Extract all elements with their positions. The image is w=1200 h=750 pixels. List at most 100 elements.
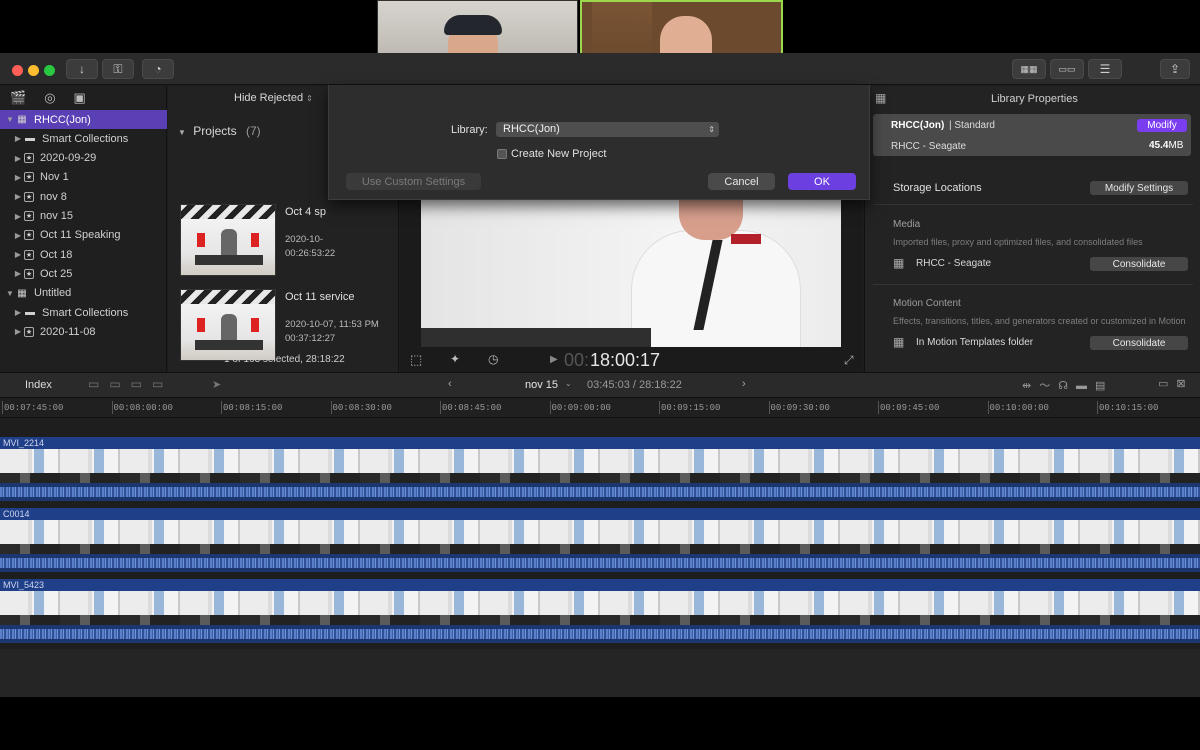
event-item[interactable]: ▶ ★ Nov 1 (0, 168, 167, 187)
timeline-project-name[interactable]: nov 15 (525, 379, 558, 391)
close-button[interactable] (12, 65, 23, 76)
library-label: Library: (451, 124, 488, 136)
ruler-label: 00:10:15:00 (1099, 403, 1159, 413)
projects-header[interactable]: ▼ Projects (7) (178, 124, 261, 138)
project-item[interactable]: Oct 4 sp 2020-10- 00:26:53:22 (180, 204, 395, 282)
zoom-button[interactable] (44, 65, 55, 76)
select-tool-icon[interactable]: ➤ (212, 378, 221, 391)
new-project-dialog: Library: RHCC(Jon) ⇕ Create New Project … (328, 85, 870, 200)
filmstrip-lower (0, 615, 1200, 625)
ruler-label: 00:09:30:00 (770, 403, 830, 413)
flag (251, 233, 259, 247)
hide-rejected-filter[interactable]: Hide Rejected ⇕ (234, 92, 313, 104)
import-button[interactable]: ↓ (66, 59, 98, 79)
keywords-button[interactable]: ⚿ (102, 59, 134, 79)
library-item[interactable]: ▼ ▦ Untitled (0, 284, 167, 303)
event-item[interactable]: ▶ ★ nov 15 (0, 207, 167, 226)
audio-waveform (0, 625, 1200, 643)
disclosure-closed-icon[interactable]: ▶ (12, 308, 24, 317)
flag (251, 318, 259, 332)
consolidate-motion-button[interactable]: Consolidate (1090, 336, 1188, 350)
disclosure-closed-icon[interactable]: ▶ (12, 231, 24, 240)
libraries-icon[interactable]: 🎬 (10, 90, 26, 106)
custom-settings-button[interactable]: Use Custom Settings (346, 173, 481, 190)
event-item[interactable]: ▶ ★ Oct 11 Speaking (0, 226, 167, 245)
back-arrow-icon[interactable]: ‹ (448, 378, 452, 390)
folder-icon: ▬ (25, 133, 35, 145)
enhance-icon[interactable]: ✦ (450, 352, 460, 366)
disclosure-closed-icon[interactable]: ▶ (12, 250, 24, 259)
item-label: 2020-09-29 (40, 152, 97, 165)
participant-cap (444, 15, 502, 35)
event-star-icon: ★ (24, 268, 34, 279)
item-label: Oct 18 (40, 248, 73, 261)
disclosure-closed-icon[interactable]: ▶ (12, 154, 24, 163)
background-tasks-button[interactable]: ◔ (142, 59, 174, 79)
titles-icon[interactable]: ▣ (74, 90, 86, 106)
ruler-tick (221, 401, 222, 414)
library-type: | Standard (949, 120, 995, 131)
filmstrip-lower (0, 544, 1200, 554)
disclosure-closed-icon[interactable]: ▶ (12, 134, 24, 143)
forward-arrow-icon[interactable]: › (742, 378, 746, 390)
share-button[interactable]: ⇪ (1160, 59, 1190, 79)
event-item[interactable]: ▶ ★ 2020-09-29 (0, 149, 167, 168)
smart-collections-item[interactable]: ▶ ▬ Smart Collections (0, 303, 167, 322)
event-item[interactable]: ▶ ★ 2020-11-08 (0, 322, 167, 341)
event-star-icon: ★ (24, 153, 34, 164)
modify-button[interactable]: Modify (1137, 119, 1187, 132)
item-label: Oct 25 (40, 267, 73, 280)
speed-icon[interactable]: ◷ (488, 352, 498, 366)
timeline-view-icons[interactable]: ▭⊠ (1158, 377, 1194, 390)
project-duration: 00:37:12:27 (285, 333, 336, 344)
create-project-checkbox[interactable] (497, 149, 507, 159)
disclosure-closed-icon[interactable]: ▶ (12, 173, 24, 182)
minimize-button[interactable] (28, 65, 39, 76)
index-button[interactable]: Index (25, 379, 52, 391)
audio-tools-icons[interactable]: ⇹〜☊▬▤ (1022, 377, 1113, 393)
cancel-button[interactable]: Cancel (708, 173, 775, 190)
inspector-toggle-button[interactable]: ☰ (1088, 59, 1122, 79)
disclosure-closed-icon[interactable]: ▶ (12, 327, 24, 336)
photos-icon[interactable]: ◎ (44, 90, 55, 106)
waveform-bars (0, 487, 1200, 497)
consolidate-media-button[interactable]: Consolidate (1090, 257, 1188, 271)
modify-settings-button[interactable]: Modify Settings (1090, 181, 1188, 195)
item-label: 2020-11-08 (40, 325, 96, 338)
edit-tools-icons[interactable]: ▭▭▭▭ (88, 377, 173, 391)
disclosure-open-icon[interactable]: ▼ (4, 115, 16, 124)
thumbnail-image (181, 219, 275, 275)
timeline-clip[interactable]: C0014 (0, 508, 1200, 578)
play-icon[interactable]: ▶ (550, 354, 558, 365)
event-star-icon: ★ (24, 326, 34, 337)
timecode: 18:00:17 (590, 350, 661, 370)
timeline-toggle-button[interactable]: ▭▭ (1050, 59, 1084, 79)
ruler-label: 00:08:45:00 (442, 403, 502, 413)
thumbnail-image (181, 304, 275, 360)
ruler-label: 00:10:00:00 (989, 403, 1049, 413)
media-location: RHCC - Seagate (916, 258, 992, 269)
project-title: Oct 4 sp (285, 206, 326, 218)
disclosure-closed-icon[interactable]: ▶ (12, 212, 24, 221)
event-item[interactable]: ▶ ★ nov 8 (0, 187, 167, 206)
ruler-tick (440, 401, 441, 414)
disclosure-closed-icon[interactable]: ▶ (12, 269, 24, 278)
transform-icon[interactable]: ⬚ (410, 352, 422, 368)
smart-collections-item[interactable]: ▶ ▬ Smart Collections (0, 129, 167, 148)
library-select[interactable]: RHCC(Jon) ⇕ (496, 122, 719, 137)
timeline-empty-area[interactable] (0, 649, 1200, 697)
event-item[interactable]: ▶ ★ Oct 25 (0, 264, 167, 283)
fullscreen-icon[interactable]: ⤢ (844, 353, 854, 368)
project-title: Oct 11 service (285, 291, 355, 303)
disclosure-closed-icon[interactable]: ▶ (12, 192, 24, 201)
library-item[interactable]: ▼ ▦ RHCC(Jon) (0, 110, 167, 129)
timeline-clip[interactable]: MVI_5423 (0, 579, 1200, 649)
disclosure-open-icon[interactable]: ▼ (4, 289, 16, 298)
browser-toggle-button[interactable]: ▦▦ (1012, 59, 1046, 79)
clapper-stripes (181, 205, 275, 219)
clip-name: MVI_2214 (0, 437, 1200, 449)
timeline-clip[interactable]: MVI_2214 (0, 437, 1200, 507)
ok-button[interactable]: OK (788, 173, 856, 190)
event-item[interactable]: ▶ ★ Oct 18 (0, 245, 167, 264)
viewer: ⬚ ✦ ◷ ▶ 00: 18:00:17 ⤢ (400, 200, 863, 372)
